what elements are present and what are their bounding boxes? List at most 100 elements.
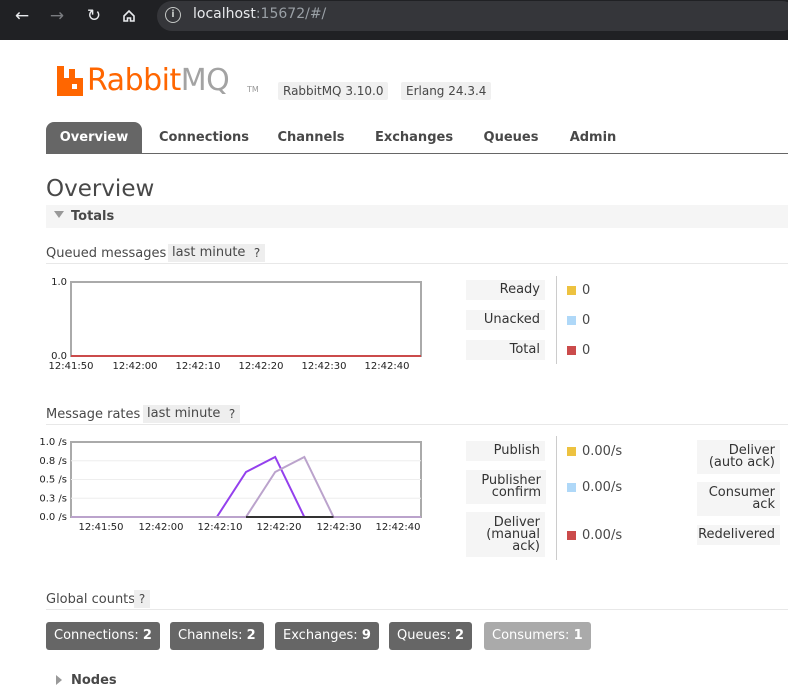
back-icon[interactable]: ←	[10, 4, 34, 28]
channels-count-button[interactable]: Channels: 2	[170, 622, 264, 650]
forward-icon[interactable]: →	[45, 4, 69, 28]
consumer-ack-label: Consumer ack	[697, 482, 780, 516]
x-tick-label: 12:42:00	[113, 361, 158, 372]
count-label: Consumers:	[492, 628, 570, 643]
tab-admin[interactable]: Admin	[562, 122, 624, 153]
deliver-auto-text: Deliver (auto ack)	[708, 443, 775, 470]
nodes-section-toggle[interactable]: Nodes	[46, 672, 788, 692]
publisher-confirm-text: Publisher confirm	[481, 473, 541, 500]
consumers-count-button[interactable]: Consumers: 1	[484, 622, 591, 650]
ready-swatch	[567, 286, 576, 295]
x-tick-label: 12:42:30	[302, 361, 347, 372]
unacked-value: 0	[582, 313, 591, 328]
tab-connections[interactable]: Connections	[152, 122, 256, 153]
ready-label: Ready	[466, 280, 545, 300]
ready-value: 0	[582, 283, 591, 298]
browser-toolbar: ← → ↻ i localhost:15672/#/	[0, 0, 788, 40]
x-tick-label: 12:42:40	[365, 361, 410, 372]
x-tick-label: 12:42:20	[239, 361, 284, 372]
x-tick-label: 12:42:00	[139, 522, 184, 533]
queued-help-icon[interactable]: ?	[249, 244, 265, 262]
unacked-swatch	[567, 316, 576, 325]
plot-area	[70, 281, 422, 357]
rates-help-icon[interactable]: ?	[224, 405, 240, 423]
y-tick-label: 0.8 /s	[40, 456, 67, 467]
publisher-confirm-label: Publisher confirm	[466, 470, 546, 504]
total-label: Total	[466, 340, 545, 360]
unacked-label: Unacked	[466, 310, 545, 330]
divider	[46, 609, 788, 610]
x-tick-label: 12:42:10	[176, 361, 221, 372]
message-rates-chart: 0.0 /s 0.3 /s 0.5 /s 0.8 /s 1.0 /s 12:41:50 12…	[40, 437, 422, 533]
y-tick-label: 0.5 /s	[40, 475, 67, 486]
main-tabs: Overview Connections Channels Exchanges …	[46, 122, 788, 154]
y-tick-label: 1.0 /s	[40, 437, 67, 448]
x-tick-label: 12:41:50	[79, 522, 124, 533]
erlang-version-badge: Erlang 24.3.4	[401, 82, 492, 100]
global-counts-heading: Global counts	[46, 592, 136, 607]
count-value: 2	[142, 628, 152, 643]
publish-swatch	[567, 447, 576, 456]
reload-icon[interactable]: ↻	[82, 4, 106, 28]
publisher-confirm-swatch	[567, 483, 576, 492]
deliver-manual-label: Deliver (manual ack)	[466, 512, 545, 557]
queues-count-button[interactable]: Queues: 2	[389, 622, 473, 650]
deliver-manual-swatch	[567, 531, 576, 540]
divider	[556, 276, 557, 364]
x-tick-label: 12:42:40	[376, 522, 421, 533]
count-label: Connections:	[54, 628, 139, 643]
consumer-ack-text: Consumer ack	[708, 485, 775, 512]
tab-overview[interactable]: Overview	[46, 122, 142, 153]
totals-section-toggle[interactable]: Totals	[46, 205, 788, 228]
address-bar[interactable]: i localhost:15672/#/	[157, 1, 788, 31]
count-label: Channels:	[178, 628, 243, 643]
home-icon[interactable]	[117, 4, 141, 28]
rabbitmq-version-badge: RabbitMQ 3.10.0	[278, 82, 389, 100]
queued-range-selector[interactable]: last minute	[168, 244, 250, 262]
x-tick-label: 12:42:30	[317, 522, 362, 533]
connections-count-button[interactable]: Connections: 2	[46, 622, 160, 650]
tab-channels[interactable]: Channels	[268, 122, 354, 153]
expand-arrow-icon	[56, 675, 62, 685]
exchanges-count-button[interactable]: Exchanges: 9	[275, 622, 379, 650]
count-label: Queues:	[397, 628, 451, 643]
x-tick-label: 12:42:10	[198, 522, 243, 533]
x-tick-label: 12:41:50	[49, 361, 94, 372]
y-tick-label: 0.0 /s	[40, 512, 67, 523]
global-help-icon[interactable]: ?	[134, 590, 150, 608]
total-value: 0	[582, 343, 591, 358]
y-tick-label: 0.3 /s	[40, 493, 67, 504]
redelivered-label: Redelivered	[697, 525, 780, 545]
divider	[556, 436, 557, 560]
x-tick-label: 12:42:20	[257, 522, 302, 533]
count-value: 2	[455, 628, 465, 643]
queued-messages-heading: Queued messages	[46, 246, 167, 261]
logo-trademark: TM	[247, 85, 259, 94]
count-value: 2	[246, 628, 256, 643]
publisher-confirm-value: 0.00/s	[582, 480, 623, 495]
message-rates-heading: Message rates	[46, 407, 141, 422]
deliver-auto-label: Deliver (auto ack)	[697, 440, 780, 474]
collapse-arrow-icon	[54, 211, 64, 218]
site-info-icon[interactable]: i	[165, 7, 181, 23]
page-title: Overview	[46, 176, 155, 202]
count-label: Exchanges:	[283, 628, 358, 643]
deliver-manual-value: 0.00/s	[582, 528, 623, 543]
rates-range-selector[interactable]: last minute	[143, 405, 225, 423]
queued-messages-chart: 0.01.012:41:50 12:42:00 12:42:10 12:42:20 12…	[49, 277, 422, 372]
totals-label: Totals	[71, 209, 115, 224]
publish-value: 0.00/s	[582, 444, 623, 459]
publish-label: Publish	[466, 441, 545, 461]
tab-queues[interactable]: Queues	[474, 122, 548, 153]
count-value: 1	[573, 628, 583, 643]
deliver-manual-text: Deliver (manual ack)	[486, 515, 540, 554]
divider	[46, 424, 788, 425]
rabbitmq-logo-icon	[57, 66, 83, 96]
tab-exchanges[interactable]: Exchanges	[366, 122, 462, 153]
logo-wordmark: RabbitMQ	[87, 63, 230, 98]
count-value: 9	[361, 628, 371, 643]
total-swatch	[567, 346, 576, 355]
divider	[46, 263, 788, 264]
url-text: localhost:15672/#/	[193, 6, 327, 22]
y-tick-label: 1.0	[51, 277, 67, 288]
